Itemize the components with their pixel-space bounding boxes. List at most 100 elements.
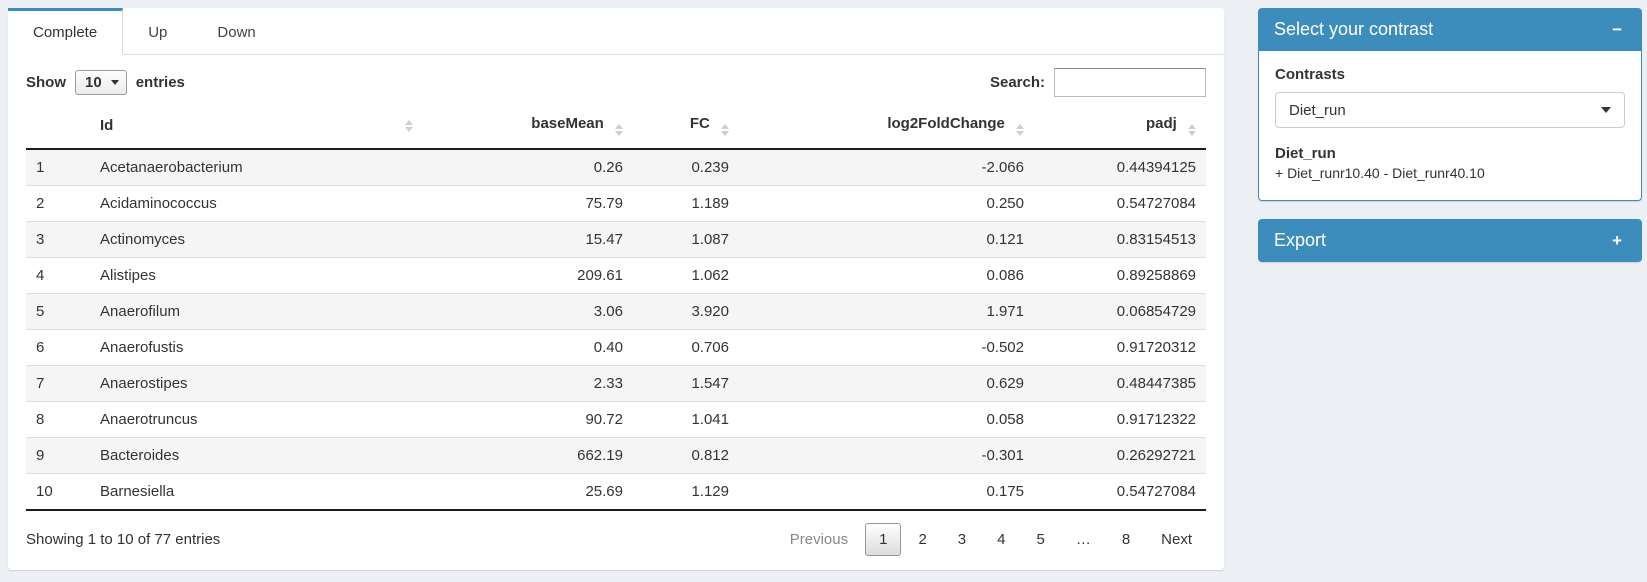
column-header-log2foldchange-label: log2FoldChange	[887, 115, 1005, 132]
id-cell: Anaerostipes	[90, 366, 423, 402]
table-row[interactable]: 1Acetanaerobacterium0.260.239-2.0660.443…	[26, 149, 1206, 186]
contrast-select[interactable]: Diet_run	[1275, 92, 1625, 128]
page-button-previous[interactable]: Previous	[776, 523, 862, 556]
id-cell: Barnesiella	[90, 474, 423, 511]
id-cell: Anaerofilum	[90, 294, 423, 330]
table-row[interactable]: 4Alistipes209.611.0620.0860.89258869	[26, 258, 1206, 294]
tab-complete[interactable]: Complete	[8, 8, 123, 55]
table-row[interactable]: 10Barnesiella25.691.1290.1750.54727084	[26, 474, 1206, 511]
page-button-…[interactable]: …	[1062, 523, 1105, 556]
log2foldchange-cell: 1.971	[739, 294, 1034, 330]
page-button-3[interactable]: 3	[944, 523, 980, 556]
id-cell: Bacteroides	[90, 438, 423, 474]
tab-down[interactable]: Down	[192, 8, 280, 55]
basemean-cell: 2.33	[423, 366, 633, 402]
results-panel: Complete Up Down Show 10 entries Search:	[8, 8, 1224, 570]
row-number: 4	[26, 258, 90, 294]
collapse-icon[interactable]: −	[1608, 19, 1626, 40]
basemean-cell: 662.19	[423, 438, 633, 474]
padj-cell: 0.89258869	[1034, 258, 1206, 294]
chevron-down-icon	[1601, 107, 1611, 113]
contrast-name: Diet_run	[1275, 145, 1625, 162]
padj-cell: 0.91720312	[1034, 330, 1206, 366]
table-row[interactable]: 5Anaerofilum3.063.9201.9710.06854729	[26, 294, 1206, 330]
column-header-basemean-label: baseMean	[531, 115, 604, 132]
column-header-padj[interactable]: padj	[1034, 103, 1206, 149]
contrast-box-title: Select your contrast	[1274, 19, 1433, 40]
page-button-4[interactable]: 4	[983, 523, 1019, 556]
column-header-fc[interactable]: FC	[633, 103, 739, 149]
log2foldchange-cell: 0.058	[739, 402, 1034, 438]
row-number: 9	[26, 438, 90, 474]
sort-icon	[1016, 124, 1024, 136]
row-number: 6	[26, 330, 90, 366]
contrast-box: Select your contrast − Contrasts Diet_ru…	[1258, 8, 1642, 201]
contrast-select-value: Diet_run	[1289, 102, 1346, 119]
padj-cell: 0.48447385	[1034, 366, 1206, 402]
tab-down-label: Down	[217, 24, 255, 41]
fc-cell: 1.547	[633, 366, 739, 402]
search-control: Search:	[990, 68, 1206, 97]
padj-cell: 0.54727084	[1034, 474, 1206, 511]
table-row[interactable]: 3Actinomyces15.471.0870.1210.83154513	[26, 222, 1206, 258]
column-header-log2foldchange[interactable]: log2FoldChange	[739, 103, 1034, 149]
sidebar: Select your contrast − Contrasts Diet_ru…	[1258, 8, 1642, 570]
page-length-value: 10	[85, 74, 102, 91]
log2foldchange-cell: 0.175	[739, 474, 1034, 511]
results-table: Id baseMean FC log2FoldChange	[26, 103, 1206, 511]
column-header-id[interactable]: Id	[90, 103, 423, 149]
column-header-rownum	[26, 103, 90, 149]
page-button-next[interactable]: Next	[1147, 523, 1206, 556]
chevron-down-icon	[111, 80, 119, 85]
table-footer: Showing 1 to 10 of 77 entries Previous12…	[8, 511, 1224, 570]
search-input[interactable]	[1054, 68, 1206, 97]
padj-cell: 0.44394125	[1034, 149, 1206, 186]
fc-cell: 1.041	[633, 402, 739, 438]
page-button-1[interactable]: 1	[865, 523, 901, 556]
export-box: Export +	[1258, 219, 1642, 262]
entries-label: entries	[136, 74, 185, 91]
table-info: Showing 1 to 10 of 77 entries	[26, 531, 220, 548]
log2foldchange-cell: -2.066	[739, 149, 1034, 186]
basemean-cell: 75.79	[423, 186, 633, 222]
fc-cell: 3.920	[633, 294, 739, 330]
contrast-formula: + Diet_runr10.40 - Diet_runr40.10	[1275, 165, 1625, 181]
column-header-fc-label: FC	[690, 115, 710, 132]
page-length-select[interactable]: 10	[75, 70, 127, 95]
row-number: 8	[26, 402, 90, 438]
page-button-8[interactable]: 8	[1108, 523, 1144, 556]
log2foldchange-cell: 0.250	[739, 186, 1034, 222]
log2foldchange-cell: -0.502	[739, 330, 1034, 366]
basemean-cell: 15.47	[423, 222, 633, 258]
fc-cell: 0.812	[633, 438, 739, 474]
basemean-cell: 25.69	[423, 474, 633, 511]
basemean-cell: 209.61	[423, 258, 633, 294]
id-cell: Alistipes	[90, 258, 423, 294]
row-number: 1	[26, 149, 90, 186]
page-button-2[interactable]: 2	[904, 523, 940, 556]
column-header-id-label: Id	[100, 117, 113, 134]
id-cell: Acidaminococcus	[90, 186, 423, 222]
table-row[interactable]: 6Anaerofustis0.400.706-0.5020.91720312	[26, 330, 1206, 366]
tab-up-label: Up	[148, 24, 167, 41]
table-row[interactable]: 2Acidaminococcus75.791.1890.2500.5472708…	[26, 186, 1206, 222]
column-header-basemean[interactable]: baseMean	[423, 103, 633, 149]
show-label: Show	[26, 74, 66, 91]
expand-icon[interactable]: +	[1608, 230, 1626, 251]
export-box-title: Export	[1274, 230, 1326, 251]
padj-cell: 0.26292721	[1034, 438, 1206, 474]
id-cell: Anaerofustis	[90, 330, 423, 366]
tab-up[interactable]: Up	[123, 8, 192, 55]
contrast-box-header: Select your contrast −	[1258, 8, 1642, 51]
row-number: 7	[26, 366, 90, 402]
table-row[interactable]: 9Bacteroides662.190.812-0.3010.26292721	[26, 438, 1206, 474]
log2foldchange-cell: 0.629	[739, 366, 1034, 402]
padj-cell: 0.06854729	[1034, 294, 1206, 330]
log2foldchange-cell: -0.301	[739, 438, 1034, 474]
table-row[interactable]: 8Anaerotruncus90.721.0410.0580.91712322	[26, 402, 1206, 438]
table-row[interactable]: 7Anaerostipes2.331.5470.6290.48447385	[26, 366, 1206, 402]
id-cell: Anaerotruncus	[90, 402, 423, 438]
page-button-5[interactable]: 5	[1022, 523, 1058, 556]
column-header-padj-label: padj	[1146, 115, 1177, 132]
fc-cell: 0.706	[633, 330, 739, 366]
